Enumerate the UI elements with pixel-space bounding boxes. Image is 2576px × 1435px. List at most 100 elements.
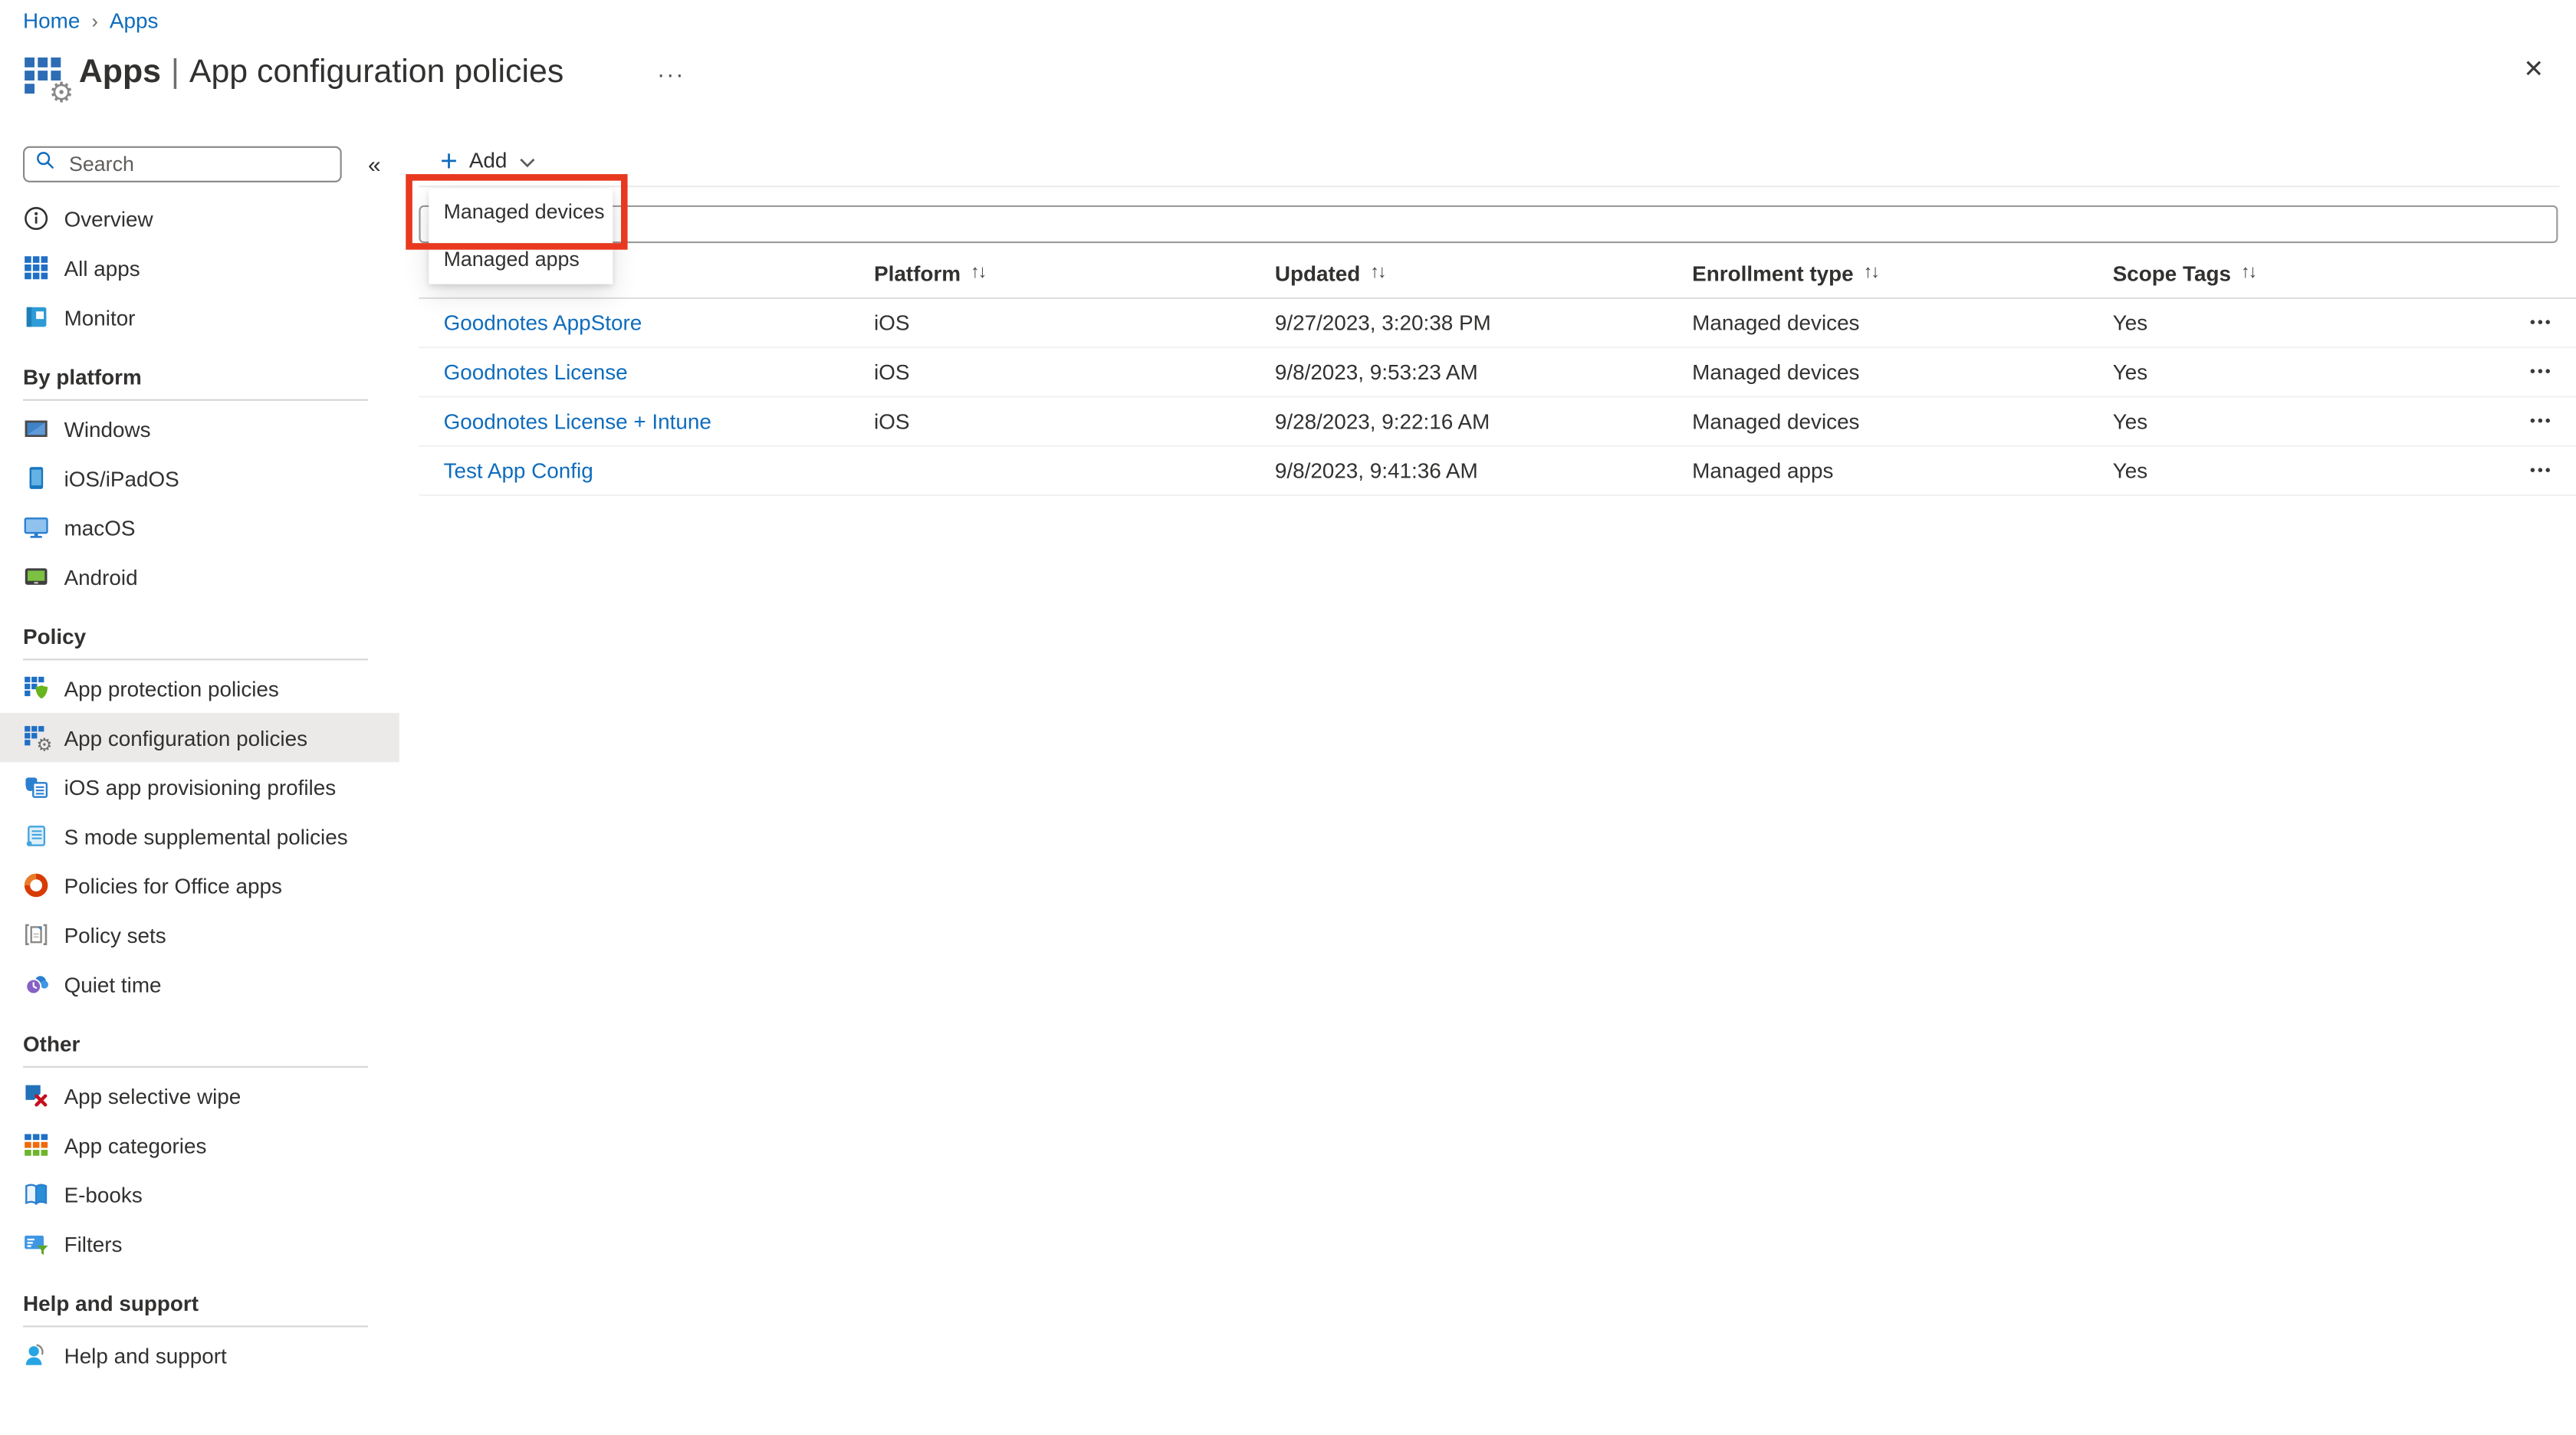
scope-tags-cell: Yes bbox=[2113, 346, 2147, 396]
add-button[interactable]: + Add bbox=[440, 148, 535, 172]
policy-sets-icon bbox=[23, 921, 49, 947]
sidebar-item-label: All apps bbox=[64, 255, 140, 280]
row-ellipsis-icon[interactable]: ••• bbox=[2530, 412, 2553, 429]
sidebar-item-macos[interactable]: macOS bbox=[0, 503, 399, 552]
updated-cell: 9/28/2023, 9:22:16 AM bbox=[1275, 396, 1490, 445]
breadcrumb: Home › Apps bbox=[23, 8, 158, 33]
breadcrumb-apps-link[interactable]: Apps bbox=[110, 8, 159, 33]
sidebar-item-app-protection-policies[interactable]: App protection policies bbox=[0, 664, 399, 713]
sidebar-item-quiet-time[interactable]: Quiet time bbox=[0, 959, 399, 1008]
sidebar-item-label: E-books bbox=[64, 1182, 143, 1207]
updated-cell: 9/8/2023, 9:53:23 AM bbox=[1275, 346, 1478, 396]
sidebar-item-label: Policy sets bbox=[64, 922, 166, 947]
gear-icon: ⚙ bbox=[49, 79, 74, 107]
page-header: ⚙ Apps|App configuration policies ··· ✕ bbox=[23, 51, 2576, 103]
enrollment-type-cell: Managed devices bbox=[1692, 346, 1859, 396]
app-protection-icon bbox=[23, 675, 49, 701]
platform-cell: iOS bbox=[874, 396, 909, 445]
platform-cell: iOS bbox=[874, 346, 909, 396]
page-title: Apps|App configuration policies bbox=[79, 54, 564, 92]
sidebar-item-label: Policies for Office apps bbox=[64, 873, 282, 898]
menu-item-managed-devices[interactable]: Managed devices bbox=[429, 189, 613, 236]
app-configuration-icon: ⚙ bbox=[23, 724, 49, 750]
filter-input[interactable] bbox=[419, 205, 2558, 243]
sidebar-item-app-selective-wipe[interactable]: App selective wipe bbox=[0, 1071, 399, 1120]
menu-item-managed-apps[interactable]: Managed apps bbox=[429, 237, 613, 284]
sidebar-item-ios-ipados[interactable]: iOS/iPadOS bbox=[0, 453, 399, 502]
sidebar-item-help-and-support[interactable]: Help and support bbox=[0, 1331, 399, 1380]
sidebar-item-label: iOS/iPadOS bbox=[64, 465, 179, 490]
sort-icon: ↑↓ bbox=[971, 263, 985, 283]
sidebar-item-label: App configuration policies bbox=[64, 725, 307, 750]
row-ellipsis-icon[interactable]: ••• bbox=[2530, 461, 2553, 478]
filters-icon bbox=[23, 1230, 49, 1256]
android-icon bbox=[23, 563, 49, 589]
quiet-time-icon bbox=[23, 970, 49, 997]
table-row: Goodnotes License iOS 9/8/2023, 9:53:23 … bbox=[419, 346, 2576, 397]
sidebar-item-policy-sets[interactable]: Policy sets bbox=[0, 910, 399, 959]
column-header-platform[interactable]: Platform↑↓ bbox=[874, 248, 985, 297]
more-options-icon[interactable]: ··· bbox=[657, 61, 685, 87]
help-support-icon bbox=[23, 1342, 49, 1368]
sidebar-item-android[interactable]: Android bbox=[0, 552, 399, 601]
sidebar-item-app-configuration-policies[interactable]: ⚙ App configuration policies bbox=[0, 713, 399, 762]
sidebar-item-policies-for-office-apps[interactable]: Policies for Office apps bbox=[0, 861, 399, 910]
main-content: + Add Platform↑↓ Updated↑↓ Enrollment ty… bbox=[419, 138, 2576, 1435]
column-header-enrollment-type[interactable]: Enrollment type↑↓ bbox=[1692, 248, 1878, 297]
sidebar-item-label: macOS bbox=[64, 515, 136, 540]
sidebar-item-label: Monitor bbox=[64, 304, 136, 329]
sidebar-item-monitor[interactable]: Monitor bbox=[0, 292, 399, 341]
row-ellipsis-icon[interactable]: ••• bbox=[2530, 363, 2553, 379]
sidebar: « Overview All apps Monitor bbox=[0, 138, 399, 1380]
plus-icon: + bbox=[440, 149, 458, 172]
gear-icon: ⚙ bbox=[36, 737, 52, 756]
sidebar-item-label: Android bbox=[64, 564, 138, 589]
section-divider bbox=[23, 658, 368, 660]
sidebar-item-s-mode-supplemental-policies[interactable]: S mode supplemental policies bbox=[0, 812, 399, 861]
sort-icon: ↑↓ bbox=[1370, 263, 1385, 283]
row-ellipsis-icon[interactable]: ••• bbox=[2530, 314, 2553, 330]
breadcrumb-separator: › bbox=[91, 9, 98, 32]
policy-link[interactable]: Goodnotes AppStore bbox=[444, 310, 642, 334]
enrollment-type-cell: Managed devices bbox=[1692, 297, 1859, 346]
collapse-sidebar-icon[interactable]: « bbox=[368, 153, 381, 176]
column-header-updated[interactable]: Updated↑↓ bbox=[1275, 248, 1385, 297]
table-row: Goodnotes License + Intune iOS 9/28/2023… bbox=[419, 396, 2576, 446]
table-row: Test App Config 9/8/2023, 9:41:36 AM Man… bbox=[419, 445, 2576, 496]
sidebar-item-filters[interactable]: Filters bbox=[0, 1219, 399, 1268]
s-mode-icon bbox=[23, 823, 49, 849]
section-divider bbox=[23, 1325, 368, 1327]
sidebar-item-overview[interactable]: Overview bbox=[0, 194, 399, 243]
categories-icon bbox=[23, 1131, 49, 1158]
sidebar-item-label: iOS app provisioning profiles bbox=[64, 774, 337, 799]
policy-link[interactable]: Goodnotes License bbox=[444, 359, 628, 383]
scope-tags-cell: Yes bbox=[2113, 396, 2147, 445]
policy-link[interactable]: Goodnotes License + Intune bbox=[444, 408, 711, 432]
search-input[interactable] bbox=[66, 151, 330, 177]
sidebar-item-ios-app-provisioning-profiles[interactable]: iOS app provisioning profiles bbox=[0, 762, 399, 811]
monitor-icon bbox=[23, 304, 49, 330]
table-header-row: Platform↑↓ Updated↑↓ Enrollment type↑↓ S… bbox=[419, 248, 2576, 299]
sidebar-item-label: Help and support bbox=[64, 1343, 227, 1368]
policy-link[interactable]: Test App Config bbox=[444, 458, 593, 482]
provisioning-profiles-icon bbox=[23, 773, 49, 800]
sidebar-item-label: S mode supplemental policies bbox=[64, 824, 348, 849]
sidebar-item-all-apps[interactable]: All apps bbox=[0, 243, 399, 292]
sidebar-item-e-books[interactable]: E-books bbox=[0, 1170, 399, 1219]
sidebar-item-windows[interactable]: Windows bbox=[0, 404, 399, 453]
sidebar-section-other: Other App selective wipe App categories … bbox=[0, 1028, 399, 1268]
add-dropdown-menu: Managed devices Managed apps bbox=[429, 189, 613, 284]
sidebar-item-label: App selective wipe bbox=[64, 1083, 242, 1108]
sidebar-item-label: Windows bbox=[64, 416, 151, 441]
sidebar-item-app-categories[interactable]: App categories bbox=[0, 1120, 399, 1169]
scope-tags-cell: Yes bbox=[2113, 445, 2147, 494]
macos-icon bbox=[23, 514, 49, 540]
column-header-scope-tags[interactable]: Scope Tags↑↓ bbox=[2113, 248, 2256, 297]
sidebar-section-help: Help and support Help and support bbox=[0, 1288, 399, 1380]
section-divider bbox=[23, 399, 368, 401]
breadcrumb-home-link[interactable]: Home bbox=[23, 8, 80, 33]
close-icon[interactable]: ✕ bbox=[2523, 54, 2544, 84]
intune-app-configuration-page: Home › Apps ⚙ Apps|App configuration pol… bbox=[0, 0, 2576, 1435]
section-title: Help and support bbox=[0, 1288, 399, 1321]
sidebar-item-label: Overview bbox=[64, 206, 153, 231]
